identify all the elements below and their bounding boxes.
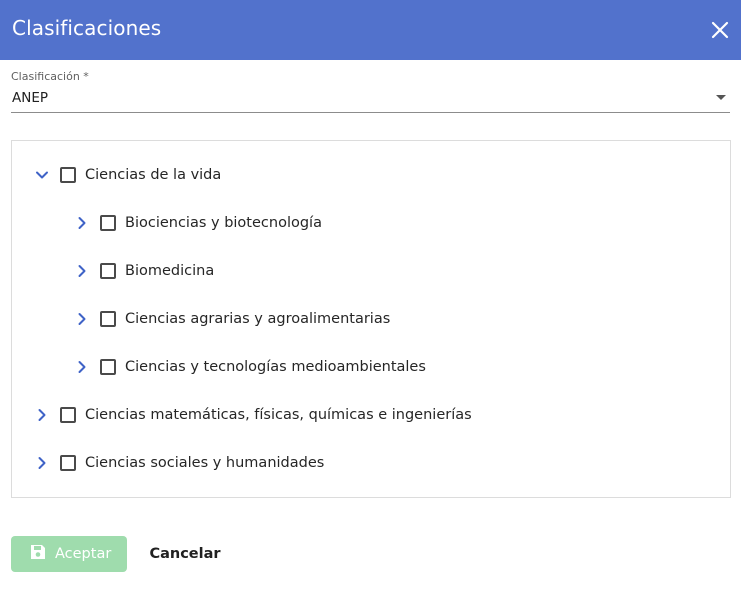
cancel-button[interactable]: Cancelar [140,536,230,572]
dialog-header: Clasificaciones [0,0,741,60]
tree-node-label: Biociencias y biotecnología [125,215,322,231]
tree-node-label: Ciencias y tecnologías medioambientales [125,359,426,375]
tree-node-checkbox[interactable] [100,263,116,279]
classification-value: ANEP [12,90,49,106]
tree-node-checkbox[interactable] [100,311,116,327]
tree-node-checkbox[interactable] [60,407,76,423]
cancel-button-label: Cancelar [149,546,221,562]
tree-node-checkbox[interactable] [60,455,76,471]
tree-node-label: Ciencias agrarias y agroalimentarias [125,311,391,327]
chevron-right-icon[interactable] [72,357,92,377]
tree-node: Ciencias agrarias y agroalimentarias [72,305,390,333]
chevron-right-icon[interactable] [32,453,52,473]
classification-tree: Ciencias de la vida Biociencias y biotec… [11,140,731,498]
classifications-dialog: Clasificaciones Clasificación * ANEP Cie… [0,0,741,592]
chevron-right-icon[interactable] [72,213,92,233]
tree-node-label: Ciencias sociales y humanidades [85,455,325,471]
tree-node: Ciencias matemáticas, físicas, químicas … [32,401,472,429]
accept-button[interactable]: Aceptar [11,536,127,572]
tree-node-checkbox[interactable] [100,215,116,231]
chevron-right-icon[interactable] [72,261,92,281]
tree-node-label: Biomedicina [125,263,215,279]
tree-node-checkbox[interactable] [60,167,76,183]
chevron-right-icon[interactable] [32,405,52,425]
tree-node: Ciencias de la vida [32,161,221,189]
chevron-down-icon[interactable] [32,165,52,185]
classification-label: Clasificación * [11,70,89,83]
tree-node: Biociencias y biotecnología [72,209,322,237]
classification-select[interactable]: Clasificación * ANEP [11,69,730,113]
dialog-title: Clasificaciones [12,16,162,40]
save-icon [29,543,47,565]
tree-node-label: Ciencias de la vida [85,167,222,183]
tree-node-checkbox[interactable] [100,359,116,375]
chevron-right-icon[interactable] [72,309,92,329]
tree-node-label: Ciencias matemáticas, físicas, químicas … [85,407,472,423]
tree-node: Ciencias y tecnologías medioambientales [72,353,426,381]
accept-button-label: Aceptar [55,546,112,562]
tree-node: Ciencias sociales y humanidades [32,449,324,477]
dropdown-arrow-icon[interactable] [716,95,726,100]
tree-node: Biomedicina [72,257,214,285]
close-icon[interactable] [708,18,732,42]
